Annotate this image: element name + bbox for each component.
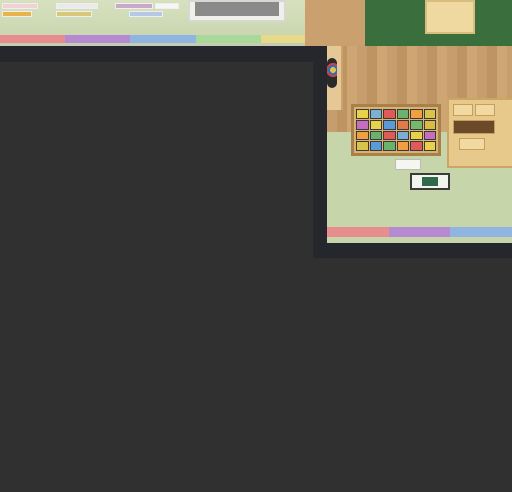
floor-card[interactable] (395, 159, 421, 170)
stripe-green (195, 35, 261, 43)
stripe-purple (388, 227, 451, 237)
grey-rug[interactable] (188, 0, 286, 22)
stripe-red (0, 35, 66, 43)
color-stripe-bottom (327, 227, 512, 237)
book (410, 141, 423, 151)
book (410, 119, 423, 130)
shelf-slot (453, 120, 495, 134)
window-frame-top (0, 46, 328, 62)
book (423, 109, 436, 119)
color-stripe-top (0, 35, 326, 43)
shelf-slot (475, 104, 495, 116)
book (369, 119, 382, 130)
scene-top-strip (0, 0, 326, 46)
book (423, 130, 436, 141)
book (369, 109, 382, 119)
stripe-blue (130, 35, 196, 43)
shelf-slot (459, 138, 485, 150)
round-badge-icon (327, 58, 337, 88)
book (383, 109, 396, 119)
book (383, 130, 396, 141)
picture-card[interactable] (155, 3, 179, 9)
book (423, 119, 436, 130)
book (369, 130, 382, 141)
shelf-slot (453, 104, 473, 116)
book (396, 109, 409, 119)
picture-card[interactable] (56, 11, 92, 17)
book-shelf[interactable] (351, 104, 441, 156)
stripe-blue (450, 227, 512, 237)
floor-edge (327, 237, 512, 243)
book (396, 141, 409, 151)
book (410, 109, 423, 119)
book (356, 130, 369, 141)
toy-shelf[interactable] (447, 98, 512, 168)
picture-card[interactable] (56, 3, 98, 9)
rug-surface (195, 2, 279, 16)
scene-viewport[interactable] (327, 46, 512, 243)
book (356, 119, 369, 130)
book (356, 141, 369, 151)
book (396, 119, 409, 130)
book (369, 141, 382, 151)
picture-card-icon[interactable] (410, 173, 450, 190)
stripe-red (327, 227, 389, 237)
book (396, 130, 409, 141)
book (356, 109, 369, 119)
book (423, 141, 436, 151)
book (383, 119, 396, 130)
stripe-purple (65, 35, 131, 43)
book (383, 141, 396, 151)
picture-card[interactable] (115, 3, 153, 9)
easel-stand[interactable] (425, 0, 475, 34)
picture-card[interactable] (129, 11, 163, 17)
book (410, 130, 423, 141)
picture-card[interactable] (2, 11, 32, 17)
picture-card[interactable] (2, 3, 38, 9)
